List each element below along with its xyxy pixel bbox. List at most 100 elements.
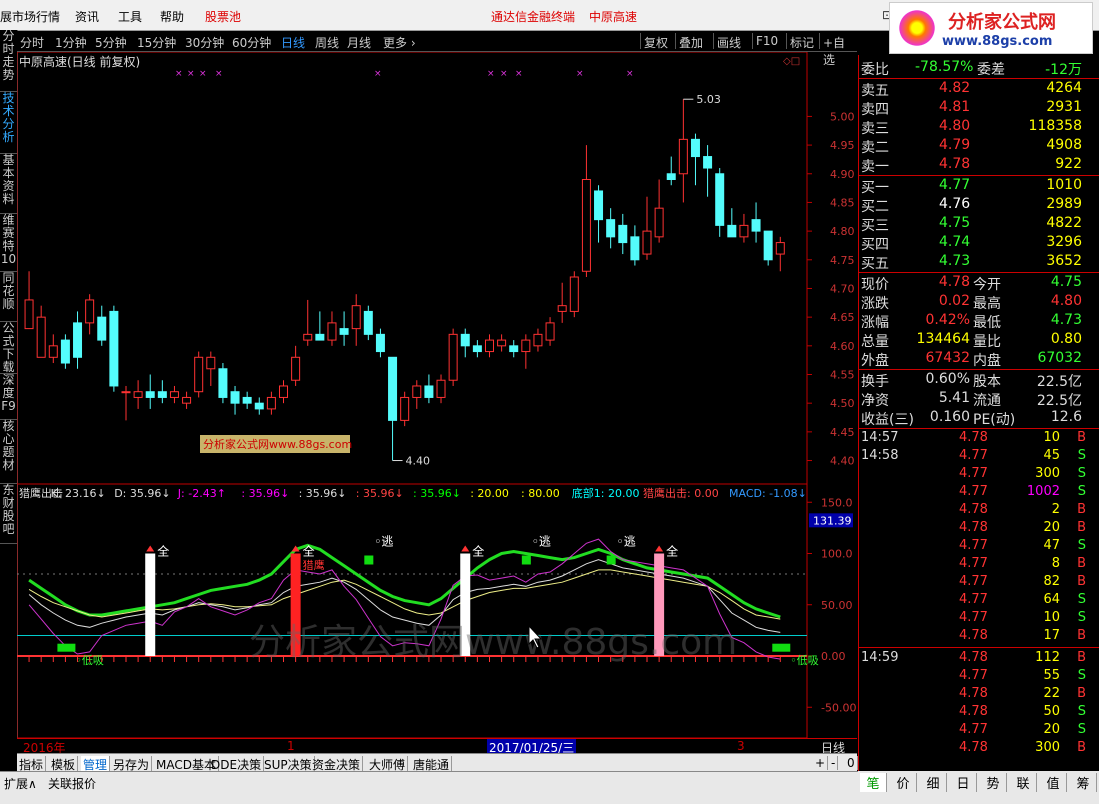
tick-bs: B [1077,556,1086,571]
chart-title: 中原高速(日线 前复权) [19,54,140,69]
timeframe-2[interactable]: 5分钟 [95,34,127,51]
logo-url: www.88gs.com [942,34,1053,49]
timeframe-bar: 分时 1分钟 5分钟 15分钟 30分钟 60分钟 日线 周线 月线 更多 › 复权 叠加 画线 F10 标… [17,31,857,67]
toolbar-btn-0[interactable]: 复权 [644,34,668,51]
ask-price: 4.81 [939,99,971,115]
zoom-btn-1[interactable]: - [829,756,839,770]
right-tab-4[interactable]: 势 [980,773,1007,792]
candle [654,179,664,243]
ask-volume: 118358 [1028,118,1082,134]
tick-time: 14:57 [861,430,899,445]
left-tab-7[interactable]: 核心题材 [0,420,17,484]
ask-volume: 4264 [1046,80,1082,96]
indicator-header-item: 底部1: 20.00 [572,486,640,500]
toolbar-btn-3[interactable]: F10 [756,34,778,48]
candle [666,156,676,186]
stat-value: 4.78 [938,274,970,290]
tick-price: 4.77 [959,574,988,589]
tick-bs: S [1077,538,1086,553]
timeframe-5[interactable]: 60分钟 [232,34,271,51]
stat-label: 总量 [861,334,889,350]
stat2-value-2: 22.5亿 [1036,374,1082,390]
tick-row: 14:58 4.77 45 S [859,448,1099,466]
chart-area[interactable]: 中原高速(日线 前复权) 5.00 4.95 4.90 4.85 4.80 4.75 4.70… [16,51,857,740]
toolbar-btn-4[interactable]: 标记 [790,34,814,51]
candle [303,299,313,346]
right-tab-5[interactable]: 联 [1010,773,1037,792]
left-tab-4[interactable]: 同花顺 [0,272,17,322]
bid-price: 4.75 [939,215,971,231]
tick-bs: B [1077,740,1086,755]
left-tab-8[interactable]: 东财股吧 [0,484,17,544]
big-watermark: 分析家公式网www.88gs.com [249,622,737,663]
right-tab-3[interactable]: 日 [950,773,977,792]
bid-label: 买五 [861,256,889,272]
candle [775,236,785,272]
left-tab-6[interactable]: 深度F9 [0,374,17,420]
price-tick-label: 4.45 [830,426,855,439]
candle [690,133,700,186]
menu-help[interactable]: 帮助 [160,8,184,25]
tick-volume: 2 [1051,502,1060,517]
app-title: 通达信金融终端 [491,10,576,24]
toolbar-btn-1[interactable]: 叠加 [679,34,703,51]
diamond-icon[interactable]: ◇□ [783,56,800,67]
candle [460,328,470,358]
price-tick-label: 4.40 [830,455,855,468]
candle [533,328,543,352]
timeframe-4[interactable]: 30分钟 [185,34,224,51]
timeframe-6[interactable]: 日线 [281,34,305,51]
right-tab-6[interactable]: 值 [1040,773,1067,792]
menu-tools[interactable]: 工具 [118,8,142,25]
zoom-btn-2[interactable]: 0 [845,756,858,770]
tick-row: 4.78 300 B [859,740,1099,758]
tick-bs: S [1077,466,1086,481]
low-buy-box [772,643,791,652]
timeframe-7[interactable]: 周线 [315,34,339,51]
related-quote-button[interactable]: 关联报价 [48,775,96,792]
kline-chart[interactable]: 中原高速(日线 前复权) 5.00 4.95 4.90 4.85 4.80 4.75 4.70… [16,51,857,740]
zoom-btn-0[interactable]: + [813,756,829,770]
candle [24,271,34,330]
tick-volume: 20 [1043,722,1060,737]
candle [497,334,507,352]
price-tick-label: 4.55 [830,369,855,382]
timeframe-1[interactable]: 1分钟 [55,34,87,51]
stat-row: 涨幅 0.42% 最低 4.73 [859,312,1099,331]
toolbar-btn-2[interactable]: 画线 [717,34,741,51]
right-tab-0[interactable]: 笔 [860,773,887,792]
timeframe-3[interactable]: 15分钟 [137,34,176,51]
menu-stock-pool[interactable]: 股票池 [205,8,241,25]
left-tab-5[interactable]: 公式下载 [0,322,17,374]
menu-market[interactable]: 展市场行情 [0,8,60,25]
tick-row: 4.78 17 B [859,628,1099,646]
date-month-3: 3 [737,739,745,753]
candle [218,363,228,404]
left-tab-0[interactable]: 分时走势 [0,30,17,92]
candle [581,145,591,277]
signal-marker: × [576,69,584,79]
timeframe-9[interactable]: 更多 › [383,34,416,51]
tick-bs: B [1077,686,1086,701]
bid-volume: 3296 [1046,234,1082,250]
timeframe-8[interactable]: 月线 [347,34,371,51]
divider [859,78,1099,79]
menu-news[interactable]: 资讯 [75,8,99,25]
candle [703,145,713,197]
left-tab-3[interactable]: 维赛特10 [0,214,17,272]
ask-label: 卖一 [861,159,889,175]
tick-price: 4.77 [959,538,988,553]
timeframe-0[interactable]: 分时 [20,34,44,51]
left-tab-1[interactable]: 技术分析 [0,92,17,154]
stat-label: 外盘 [861,353,889,369]
candle [242,391,252,409]
candle [557,282,567,323]
tick-volume: 22 [1043,686,1060,701]
expand-button[interactable]: 扩展∧ [4,775,37,792]
left-tab-2[interactable]: 基本资料 [0,154,17,214]
right-tab-7[interactable]: 筹 [1070,773,1097,792]
watermark-box-text: 分析家公式网www.88gs.com [203,437,352,451]
right-tab-2[interactable]: 细 [920,773,947,792]
right-tab-1[interactable]: 价 [890,773,917,792]
stock-name-title: 中原高速 [589,10,638,24]
